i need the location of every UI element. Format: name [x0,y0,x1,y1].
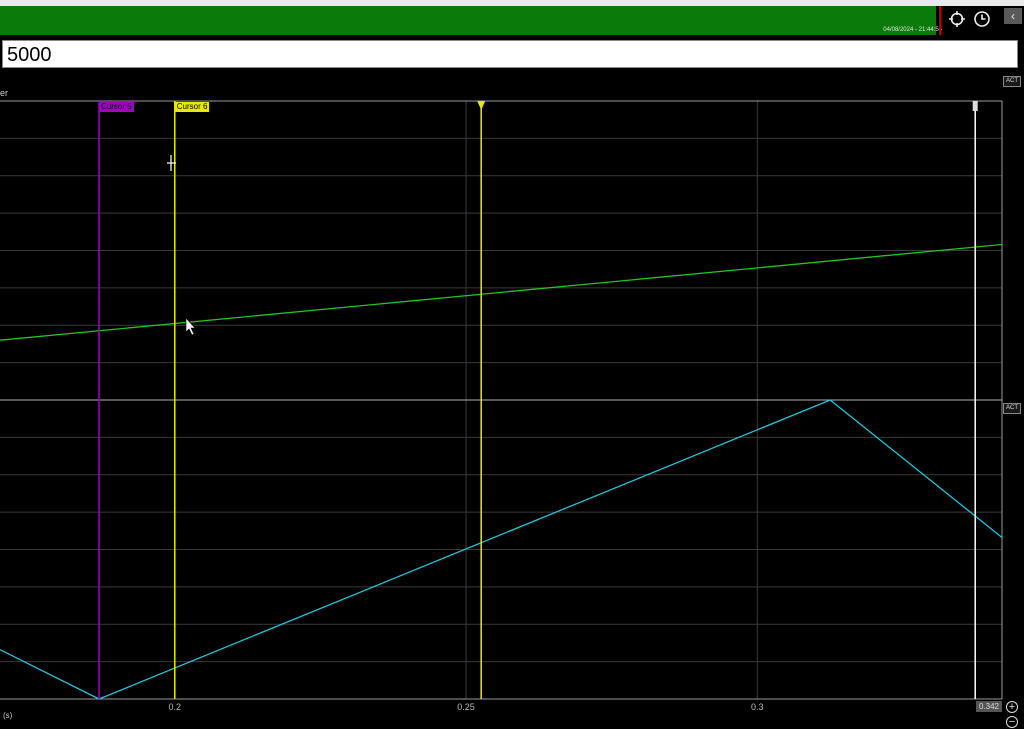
plot-area[interactable] [0,0,1024,729]
cursor-6-tag[interactable]: Cursor 6 [174,102,210,112]
x-tick-label: 0.2 [168,702,182,712]
zoom-out-icon[interactable]: − [1006,716,1018,728]
trigger-triangle-icon[interactable] [477,101,486,110]
series-line [0,243,1003,341]
x-tick-label: 0.25 [457,702,475,712]
end-time-badge[interactable]: 0.342 [976,701,1002,712]
mouse-pointer-icon [185,317,196,336]
cursor-5-tag[interactable]: Cursor 5 [99,102,134,112]
x-axis-unit: (s) [3,711,13,720]
zoom-in-icon[interactable]: + [1006,701,1018,713]
x-tick-label: 0.3 [751,702,764,712]
end-marker-handle[interactable] [972,101,978,111]
